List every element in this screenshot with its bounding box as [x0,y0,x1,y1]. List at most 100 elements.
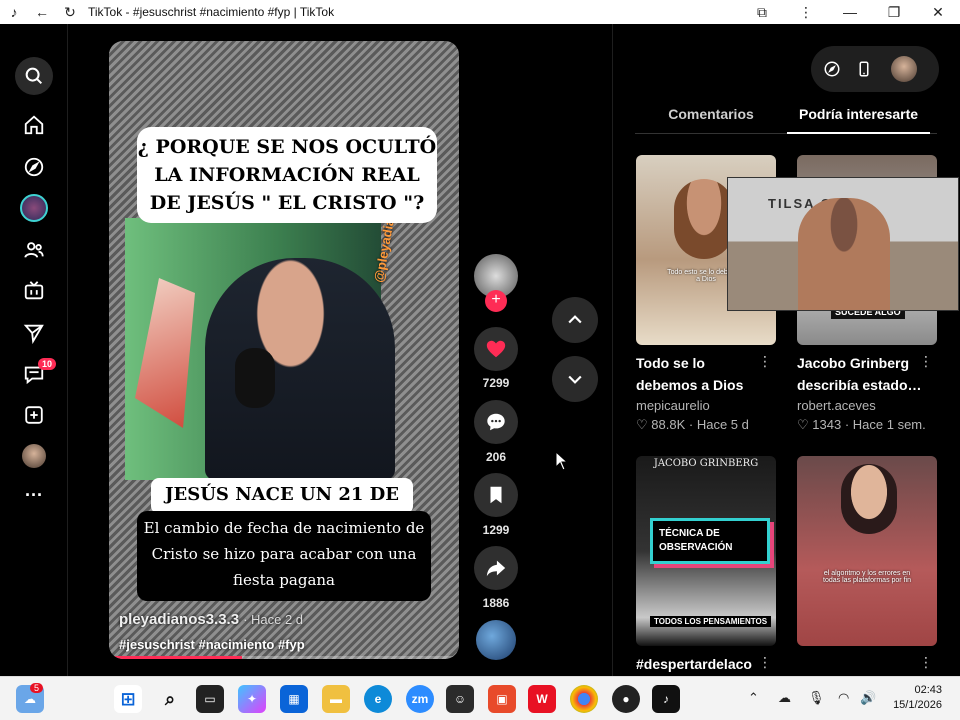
zoom-icon[interactable]: zm [406,685,434,713]
video-headline: ¿ PORQUE SE NOS OCULTÓ LA INFORMACIÓN RE… [137,127,437,223]
nav-inbox[interactable]: 10 [14,356,57,392]
close-icon[interactable]: ✕ [916,0,960,24]
search-icon[interactable]: ⌕ [156,685,184,713]
nav-home[interactable] [14,107,54,143]
share-count: 1886 [482,596,510,610]
task-view-icon[interactable]: ▭ [196,685,224,713]
chevron-up-icon [568,315,582,324]
nav-upload[interactable] [14,397,54,433]
maximize-icon[interactable]: ❐ [872,0,916,24]
suggested-card[interactable]: el algoritmo y los errores en todas las … [797,456,937,670]
reload-icon[interactable]: ↻ [56,0,84,24]
card-title[interactable]: Jacobo Grinberg describía estado… [797,352,931,396]
card-age: Hace 1 sem. [852,417,926,432]
video-player[interactable]: @pleyadianos3.3.3 ¿ PORQUE SE NOS OCULTÓ… [109,41,459,659]
microphone-icon[interactable]: 🎙 [808,690,825,706]
next-video-button[interactable] [552,356,598,402]
microphone-image [235,348,275,408]
card-menu-icon[interactable]: ⋮ [758,353,772,370]
clock-time: 02:43 [914,684,942,696]
onedrive-icon[interactable]: ☁ [778,690,791,706]
menu-icon[interactable]: ⋮ [784,0,828,24]
card-thumbnail[interactable]: el algoritmo y los errores en todas las … [797,456,937,646]
previous-video-button[interactable] [552,297,598,343]
card-overlay-box: TÉCNICA DE OBSERVACIÓN [650,518,770,564]
video-caption-overlay: El cambio de fecha de nacimiento de Cris… [137,511,431,601]
card-stats: ♡ 1343 · Hace 1 sem. [797,417,926,432]
follow-plus-button[interactable]: + [485,290,507,312]
card-overlay-title: JACOBO GRINBERG [653,458,759,469]
tab-suggested[interactable]: Podría interesarte [787,104,931,134]
save-button[interactable] [474,473,518,517]
card-likes: 88.8K [651,417,686,432]
nav-search[interactable] [14,57,54,95]
nav-messages[interactable] [14,315,54,351]
comment-icon [487,413,505,431]
copilot-icon[interactable]: ✦ [238,685,266,713]
extensions-icon[interactable]: ⧉ [740,0,784,24]
card-menu-icon[interactable]: ⋮ [919,353,933,370]
like-count: 7299 [482,376,510,390]
card-likes: 1343 [812,417,842,432]
nav-profile[interactable] [14,438,54,474]
nav-following[interactable] [14,232,54,268]
tiktok-taskbar-icon[interactable]: ♪ [652,685,680,713]
video-hashtags[interactable]: #jesuschrist #nacimiento #fyp [119,637,305,652]
tab-comments[interactable]: Comentarios [635,104,787,134]
wifi-icon[interactable]: ◠ [838,690,849,706]
pip-person-image [798,198,890,310]
card-thumbnail[interactable]: JACOBO GRINBERG TÉCNICA DE OBSERVACIÓN T… [636,456,776,646]
card-author[interactable]: robert.aceves [797,398,937,413]
suggested-card[interactable]: JACOBO GRINBERG TÉCNICA DE OBSERVACIÓN T… [636,456,776,675]
wps-icon[interactable]: W [528,685,556,713]
back-icon[interactable]: ← [28,0,56,24]
video-author[interactable]: pleyadianos3.3.3 [119,611,239,628]
heart-icon [486,340,506,358]
chrome-icon[interactable] [570,685,598,713]
video-progress-bar[interactable] [109,656,459,659]
music-disc-icon[interactable] [476,620,516,660]
nav-more[interactable]: ··· [14,477,54,513]
tiktok-logo-icon: ♪ [10,4,18,20]
weather-badge: 5 [30,683,44,693]
inbox-badge: 10 [38,358,57,370]
app-icon[interactable]: ☺ [446,685,474,713]
volume-icon[interactable]: 🔊 [860,690,876,706]
card-stats: ♡ 88.8K · Hace 5 d [636,417,749,432]
comment-button[interactable] [474,400,518,444]
page-title: TikTok - #jesuschrist #nacimiento #fyp |… [88,5,335,19]
mouse-cursor-icon [555,451,569,471]
card-author[interactable]: mepicaurelio [636,398,776,413]
save-count: 1299 [482,523,510,537]
compass-icon[interactable] [823,60,841,78]
windows-start-icon[interactable]: ⊞ [114,685,142,713]
file-explorer-icon[interactable]: ▬ [322,685,350,713]
nav-explore[interactable] [14,149,54,185]
tiktok-app: 10 ··· @pleyadianos3.3.3 ¿ PORQUE SE NOS… [0,24,960,676]
store-icon[interactable]: ▦ [280,685,308,713]
system-clock[interactable]: 02:43 15/1/2026 [893,683,942,713]
picture-in-picture-video[interactable]: TILSA GAN [727,177,959,311]
card-menu-icon[interactable]: ⋮ [919,654,933,671]
home-icon [24,115,44,135]
video-date: · Hace 2 d [243,612,304,627]
side-navigation: 10 ··· [0,24,68,676]
nav-live-avatar[interactable] [14,190,54,226]
tray-chevron-up-icon[interactable]: ⌃ [748,690,759,706]
nav-live[interactable] [14,273,54,309]
card-menu-icon[interactable]: ⋮ [758,654,772,671]
phone-icon[interactable] [855,60,873,78]
recorder-icon[interactable]: ● [612,685,640,713]
browser-titlebar: ♪ ← ↻ TikTok - #jesuschrist #nacimiento … [0,0,960,24]
share-button[interactable] [474,546,518,590]
app-red-icon[interactable]: ▣ [488,685,516,713]
card-title[interactable]: Todo se lo debemos a Dios [636,352,770,396]
top-controls [811,46,939,92]
person-image [674,179,734,259]
edge-icon[interactable]: e [364,685,392,713]
upload-plus-icon [25,406,43,424]
profile-avatar[interactable] [891,56,917,82]
minimize-icon[interactable]: — [828,0,872,24]
card-title[interactable]: #despertardelaco [636,653,770,675]
like-button[interactable] [474,327,518,371]
